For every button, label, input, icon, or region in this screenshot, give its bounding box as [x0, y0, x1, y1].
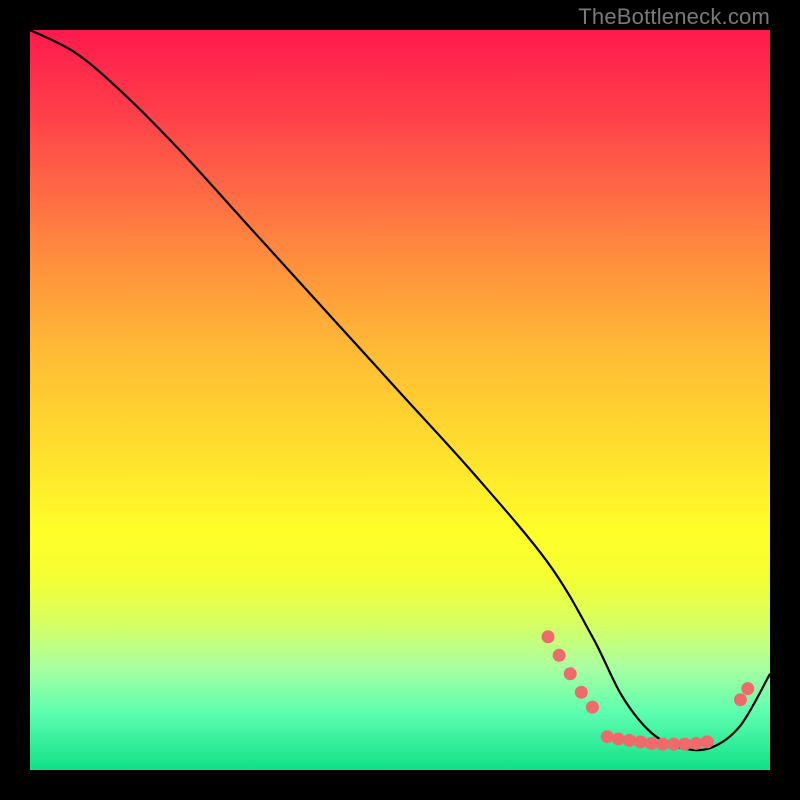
marker-dot: [645, 737, 658, 750]
marker-dot: [656, 738, 669, 751]
marker-dot: [701, 735, 714, 748]
marker-dot: [612, 732, 625, 745]
marker-dot: [667, 738, 680, 751]
curve-path-group: [30, 30, 770, 750]
curve-path: [30, 30, 770, 750]
marker-dot: [542, 630, 555, 643]
marker-dot: [575, 686, 588, 699]
marker-dot: [601, 730, 614, 743]
marker-dot: [623, 734, 636, 747]
markers-group: [542, 630, 755, 750]
watermark-text: TheBottleneck.com: [578, 4, 770, 30]
marker-dot: [634, 735, 647, 748]
marker-dot: [741, 682, 754, 695]
marker-dot: [564, 667, 577, 680]
curve-layer: [30, 30, 770, 770]
plot-area: [30, 30, 770, 770]
marker-dot: [553, 649, 566, 662]
marker-dot: [678, 738, 691, 751]
marker-dot: [586, 701, 599, 714]
marker-dot: [690, 737, 703, 750]
marker-dot: [734, 693, 747, 706]
chart-frame: TheBottleneck.com: [0, 0, 800, 800]
